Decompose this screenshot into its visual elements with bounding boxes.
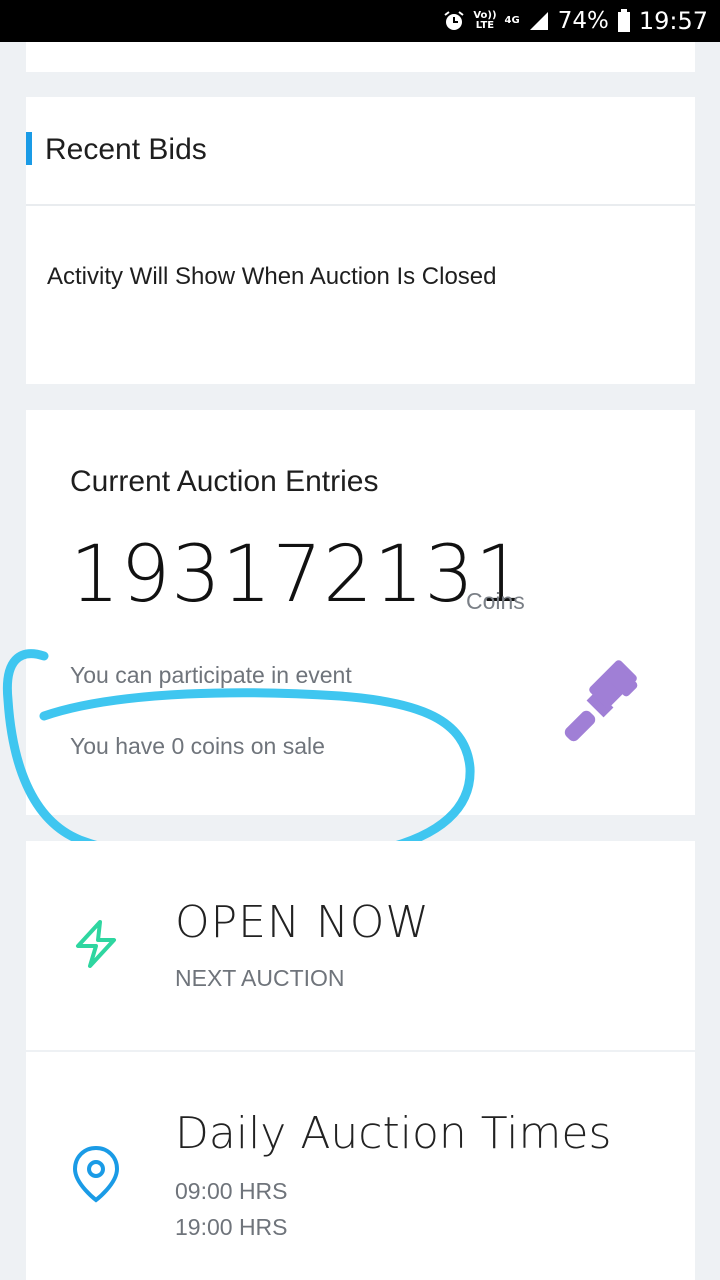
next-auction-label: NEXT AUCTION bbox=[175, 965, 345, 991]
auction-time-2: 19:00 HRS bbox=[175, 1214, 288, 1240]
signal-icon bbox=[529, 12, 548, 30]
participate-text: You can participate in event bbox=[70, 662, 352, 688]
status-bar: Vo)) LTE 4G 74% 19:57 bbox=[0, 0, 720, 42]
section-accent-bar bbox=[26, 132, 32, 165]
clock: 19:57 bbox=[638, 7, 708, 35]
previous-card bbox=[26, 42, 695, 72]
recent-bids-message: Activity Will Show When Auction Is Close… bbox=[47, 263, 497, 290]
battery-percent: 74% bbox=[557, 8, 609, 34]
status-icons: Vo)) LTE 4G 74% 19:57 bbox=[443, 0, 708, 42]
open-now-title: OPEN NOW bbox=[175, 897, 430, 948]
alarm-icon bbox=[444, 11, 464, 30]
recent-bids-title: Recent Bids bbox=[45, 133, 207, 166]
network-type: 4G bbox=[504, 15, 520, 26]
entries-count: 193172131 bbox=[70, 530, 526, 620]
auction-time-1: 09:00 HRS bbox=[175, 1178, 288, 1204]
entries-title: Current Auction Entries bbox=[70, 465, 379, 498]
gavel-icon[interactable] bbox=[555, 660, 650, 755]
daily-times-card bbox=[26, 1052, 695, 1280]
daily-times-title: Daily Auction Times bbox=[175, 1108, 612, 1159]
volte-indicator: Vo)) LTE bbox=[473, 10, 497, 31]
entries-unit: Coins bbox=[466, 588, 525, 614]
location-pin-icon bbox=[72, 1145, 120, 1203]
divider bbox=[26, 204, 695, 206]
coins-on-sale-text: You have 0 coins on sale bbox=[70, 733, 325, 759]
battery-icon bbox=[617, 9, 630, 32]
lightning-icon bbox=[76, 920, 116, 968]
